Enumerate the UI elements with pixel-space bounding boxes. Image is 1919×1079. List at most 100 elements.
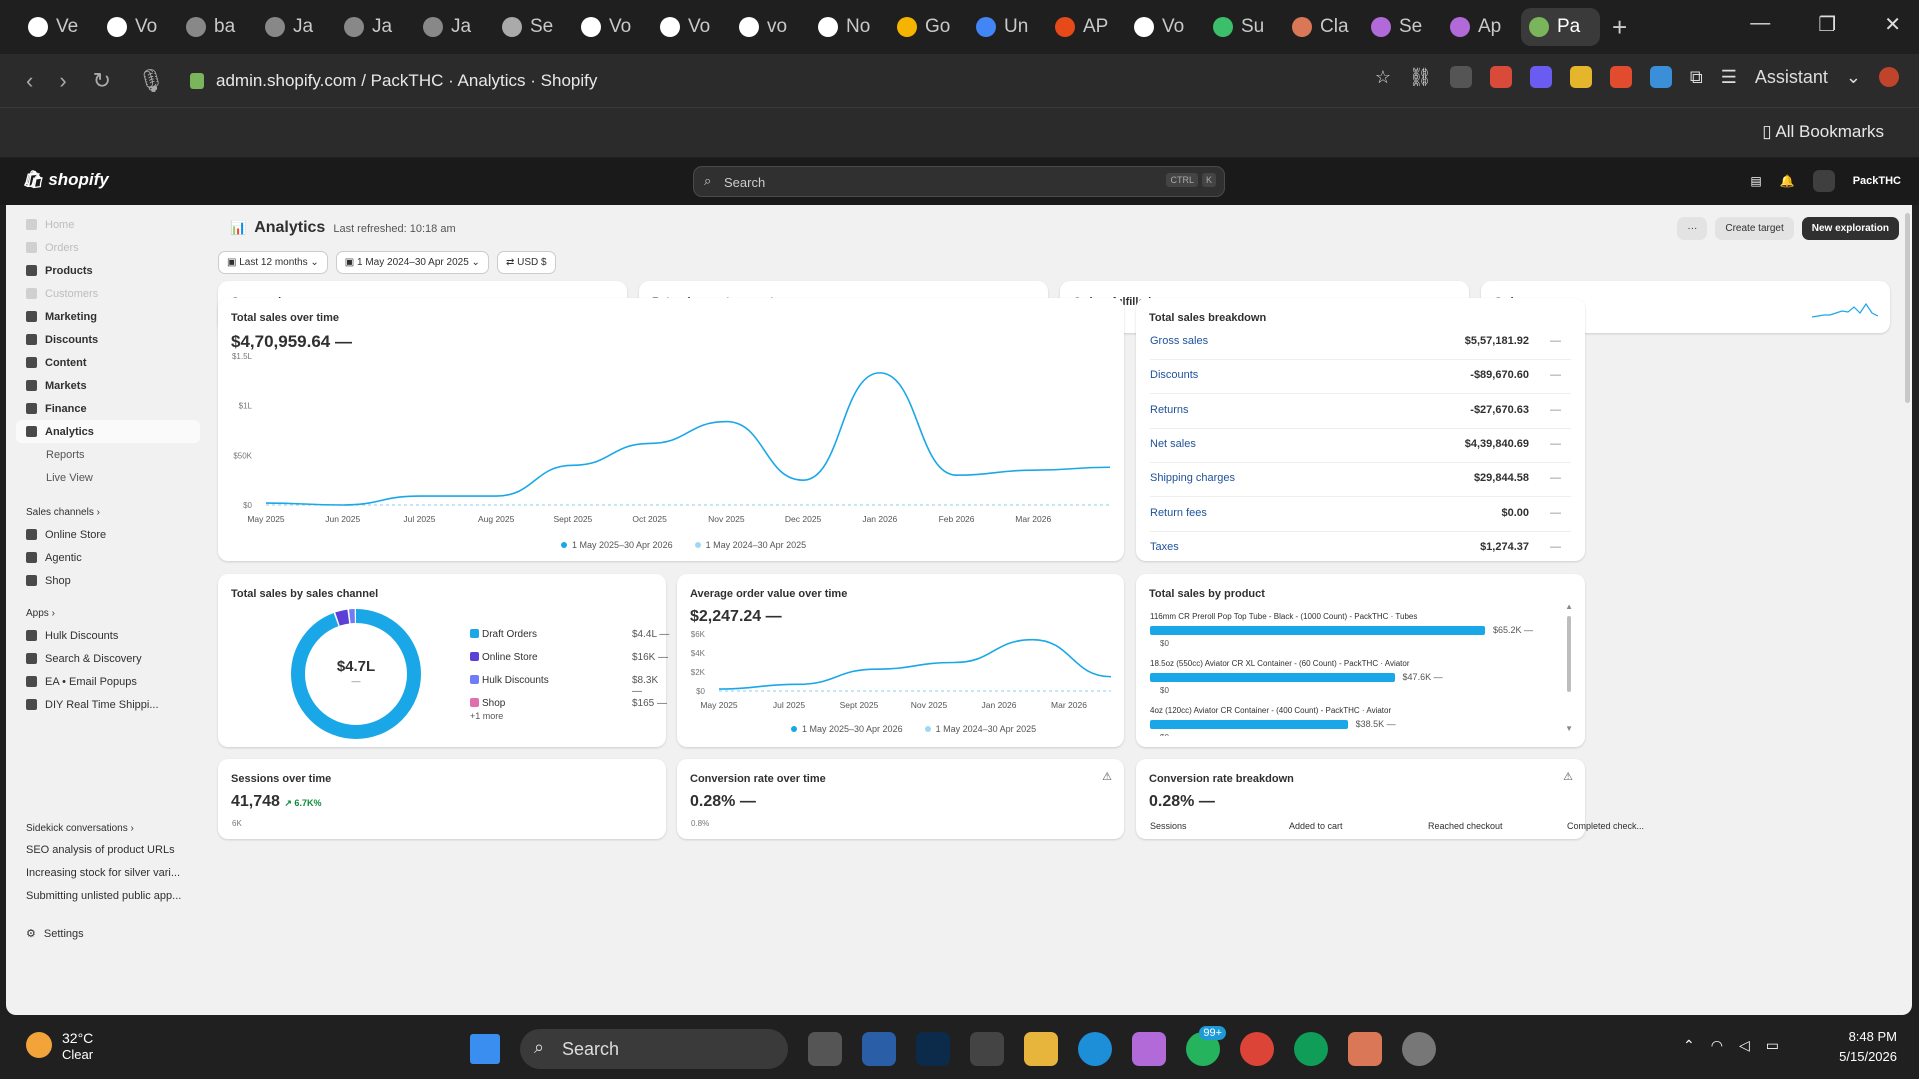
close-icon[interactable]: ✕ [1884,12,1901,37]
copilot-icon[interactable] [1132,1032,1166,1066]
sidebar-item-finance[interactable]: Finance [16,397,200,420]
sidekick-conversation[interactable]: Submitting unlisted public app... [16,885,200,908]
browser-tab[interactable]: Vo [652,8,731,46]
minimize-icon[interactable]: — [1750,12,1770,37]
compare-range-button[interactable]: ▣ 1 May 2024–30 Apr 2025 ⌄ [335,251,489,274]
browser-tab[interactable]: Ve [20,8,99,46]
battery-icon[interactable]: ▭ [1766,1037,1779,1054]
sidekick-conversation[interactable]: Increasing stock for silver vari... [16,862,200,885]
sidebar-subitem[interactable]: Reports [16,443,200,466]
sidebar-item-customers[interactable]: Customers [16,282,200,305]
browser-tab[interactable]: Ja [257,8,336,46]
new-tab-icon[interactable]: + [1612,12,1627,43]
more-channels-link[interactable]: +1 more [470,711,503,721]
breakdown-row[interactable]: Taxes $1,274.37 — [1150,532,1571,566]
browser-tab[interactable]: Cla [1284,8,1363,46]
chevron-down-icon[interactable]: ⌄ [1846,67,1861,88]
menu-lines-icon[interactable]: ☰ [1721,67,1737,88]
store-icon[interactable] [970,1032,1004,1066]
conversion-breakdown-card[interactable]: Conversion rate breakdown ⚠ 0.28% — Sess… [1136,759,1644,839]
sidebar-channel[interactable]: Shop [16,569,200,592]
puzzle-icon[interactable]: ⧉ [1690,67,1703,88]
warning-icon[interactable]: ⚠ [1102,770,1112,783]
sidekick-heading[interactable]: Sidekick conversations › [16,819,200,839]
browser-tab[interactable]: Su [1205,8,1284,46]
breakdown-row[interactable]: Net sales $4,39,840.69 — [1150,429,1571,463]
aov-card[interactable]: Average order value over time $2,247.24 … [677,574,1124,747]
sidebar-app[interactable]: Search & Discovery [16,647,200,670]
sidebar-item-products[interactable]: Products [16,259,200,282]
breakdown-row[interactable]: Returns -$27,670.63 — [1150,395,1571,429]
forward-icon[interactable]: › [59,68,66,94]
sidebar-item-discounts[interactable]: Discounts [16,328,200,351]
browser-tab[interactable]: No [810,8,889,46]
sidebar-channel[interactable]: Online Store [16,523,200,546]
star-icon[interactable]: ☆ [1375,67,1391,88]
clock[interactable]: 8:48 PM 5/15/2026 [1839,1027,1897,1067]
sidebar-subitem[interactable]: Live View [16,466,200,489]
browser-tab[interactable]: Se [1363,8,1442,46]
extension-icon[interactable] [1649,66,1672,88]
claude-icon[interactable] [1348,1032,1382,1066]
extension-icon[interactable] [1529,66,1552,88]
wifi-icon[interactable]: ◠ [1711,1037,1723,1054]
browser-tab[interactable]: Vo [1126,8,1205,46]
photoshop-icon[interactable] [916,1032,950,1066]
breakdown-row[interactable]: Gross sales $5,57,181.92 — [1150,326,1571,360]
volume-icon[interactable]: ◁ [1739,1037,1750,1054]
more-actions-button[interactable]: ··· [1677,217,1708,240]
browser-tab[interactable]: AP [1047,8,1126,46]
sidebar-app[interactable]: Hulk Discounts [16,624,200,647]
edge-icon[interactable] [1078,1032,1112,1066]
app-icon[interactable] [862,1032,896,1066]
conversion-rate-card[interactable]: Conversion rate over time ⚠ 0.28% — 0.8% [677,759,1124,839]
breakdown-row[interactable]: Return fees $0.00 — [1150,498,1571,532]
sidebar-app[interactable]: EA • Email Popups [16,670,200,693]
breakdown-link[interactable]: Shipping charges [1150,472,1235,484]
extension-icon[interactable] [1449,66,1472,88]
breakdown-link[interactable]: Taxes [1150,541,1179,553]
extension-icon[interactable] [1569,66,1592,88]
mic-icon[interactable]: 🎙 [137,68,165,94]
sidebar-channel[interactable]: Agentic [16,546,200,569]
reload-icon[interactable]: ↻ [93,68,111,94]
sidebar-app[interactable]: DIY Real Time Shippi... [16,693,200,716]
product-row[interactable]: 18.5oz (550cc) Aviator CR XL Container -… [1150,659,1556,695]
sessions-card[interactable]: Sessions over time 41,748 ↗ 6.7K% 6K [218,759,666,839]
sidebar-item-content[interactable]: Content [16,351,200,374]
browser-tab[interactable]: Ja [336,8,415,46]
currency-button[interactable]: ⇄ USD $ [496,251,556,274]
sidekick-conversation[interactable]: SEO analysis of product URLs [16,839,200,862]
product-row[interactable]: 116mm CR Preroll Pop Top Tube - Black - … [1150,612,1556,648]
search-input[interactable]: ⌕ Search CTRL K [693,166,1225,197]
breakdown-link[interactable]: Returns [1150,404,1189,416]
scrollbar[interactable] [1567,616,1571,692]
browser-tab[interactable]: vo [731,8,810,46]
breakdown-row[interactable]: Shipping charges $29,844.58 — [1150,463,1571,498]
product-row[interactable]: 4oz (120cc) Aviator CR Container - (400 … [1150,706,1556,736]
start-icon[interactable] [470,1034,500,1064]
sidebar-item-analytics[interactable]: Analytics [16,420,200,443]
chrome-icon[interactable] [1294,1032,1328,1066]
restore-icon[interactable]: ❐ [1818,12,1836,37]
chrome-icon[interactable] [1240,1032,1274,1066]
date-range-button[interactable]: ▣ Last 12 months ⌄ [218,251,328,274]
settings-icon[interactable] [1402,1032,1436,1066]
sales-channels-heading[interactable]: Sales channels › [16,503,200,523]
channel-legend-row[interactable]: Online Store $16K — [470,652,670,675]
shopify-logo[interactable]: 🛍 shopify [22,170,109,190]
total-sales-breakdown-card[interactable]: Total sales breakdown Gross sales $5,57,1… [1136,298,1585,601]
browser-tab[interactable]: Go [889,8,968,46]
bell-icon[interactable]: 🔔 [1780,174,1795,188]
browser-tab[interactable]: Vo [99,8,178,46]
apps-heading[interactable]: Apps › [16,604,200,624]
file-explorer-icon[interactable] [1024,1032,1058,1066]
sidebar-item-home[interactable]: Home [16,213,200,236]
channel-legend-row[interactable]: Hulk Discounts $8.3K — [470,675,670,698]
browser-tab[interactable]: Vo [573,8,652,46]
sidebar-item-markets[interactable]: Markets [16,374,200,397]
extension-icon[interactable] [1609,66,1632,88]
create-target-button[interactable]: Create target [1715,217,1794,240]
taskbar-search[interactable]: ⌕ Search [520,1029,788,1069]
page-scrollbar[interactable] [1905,213,1910,403]
